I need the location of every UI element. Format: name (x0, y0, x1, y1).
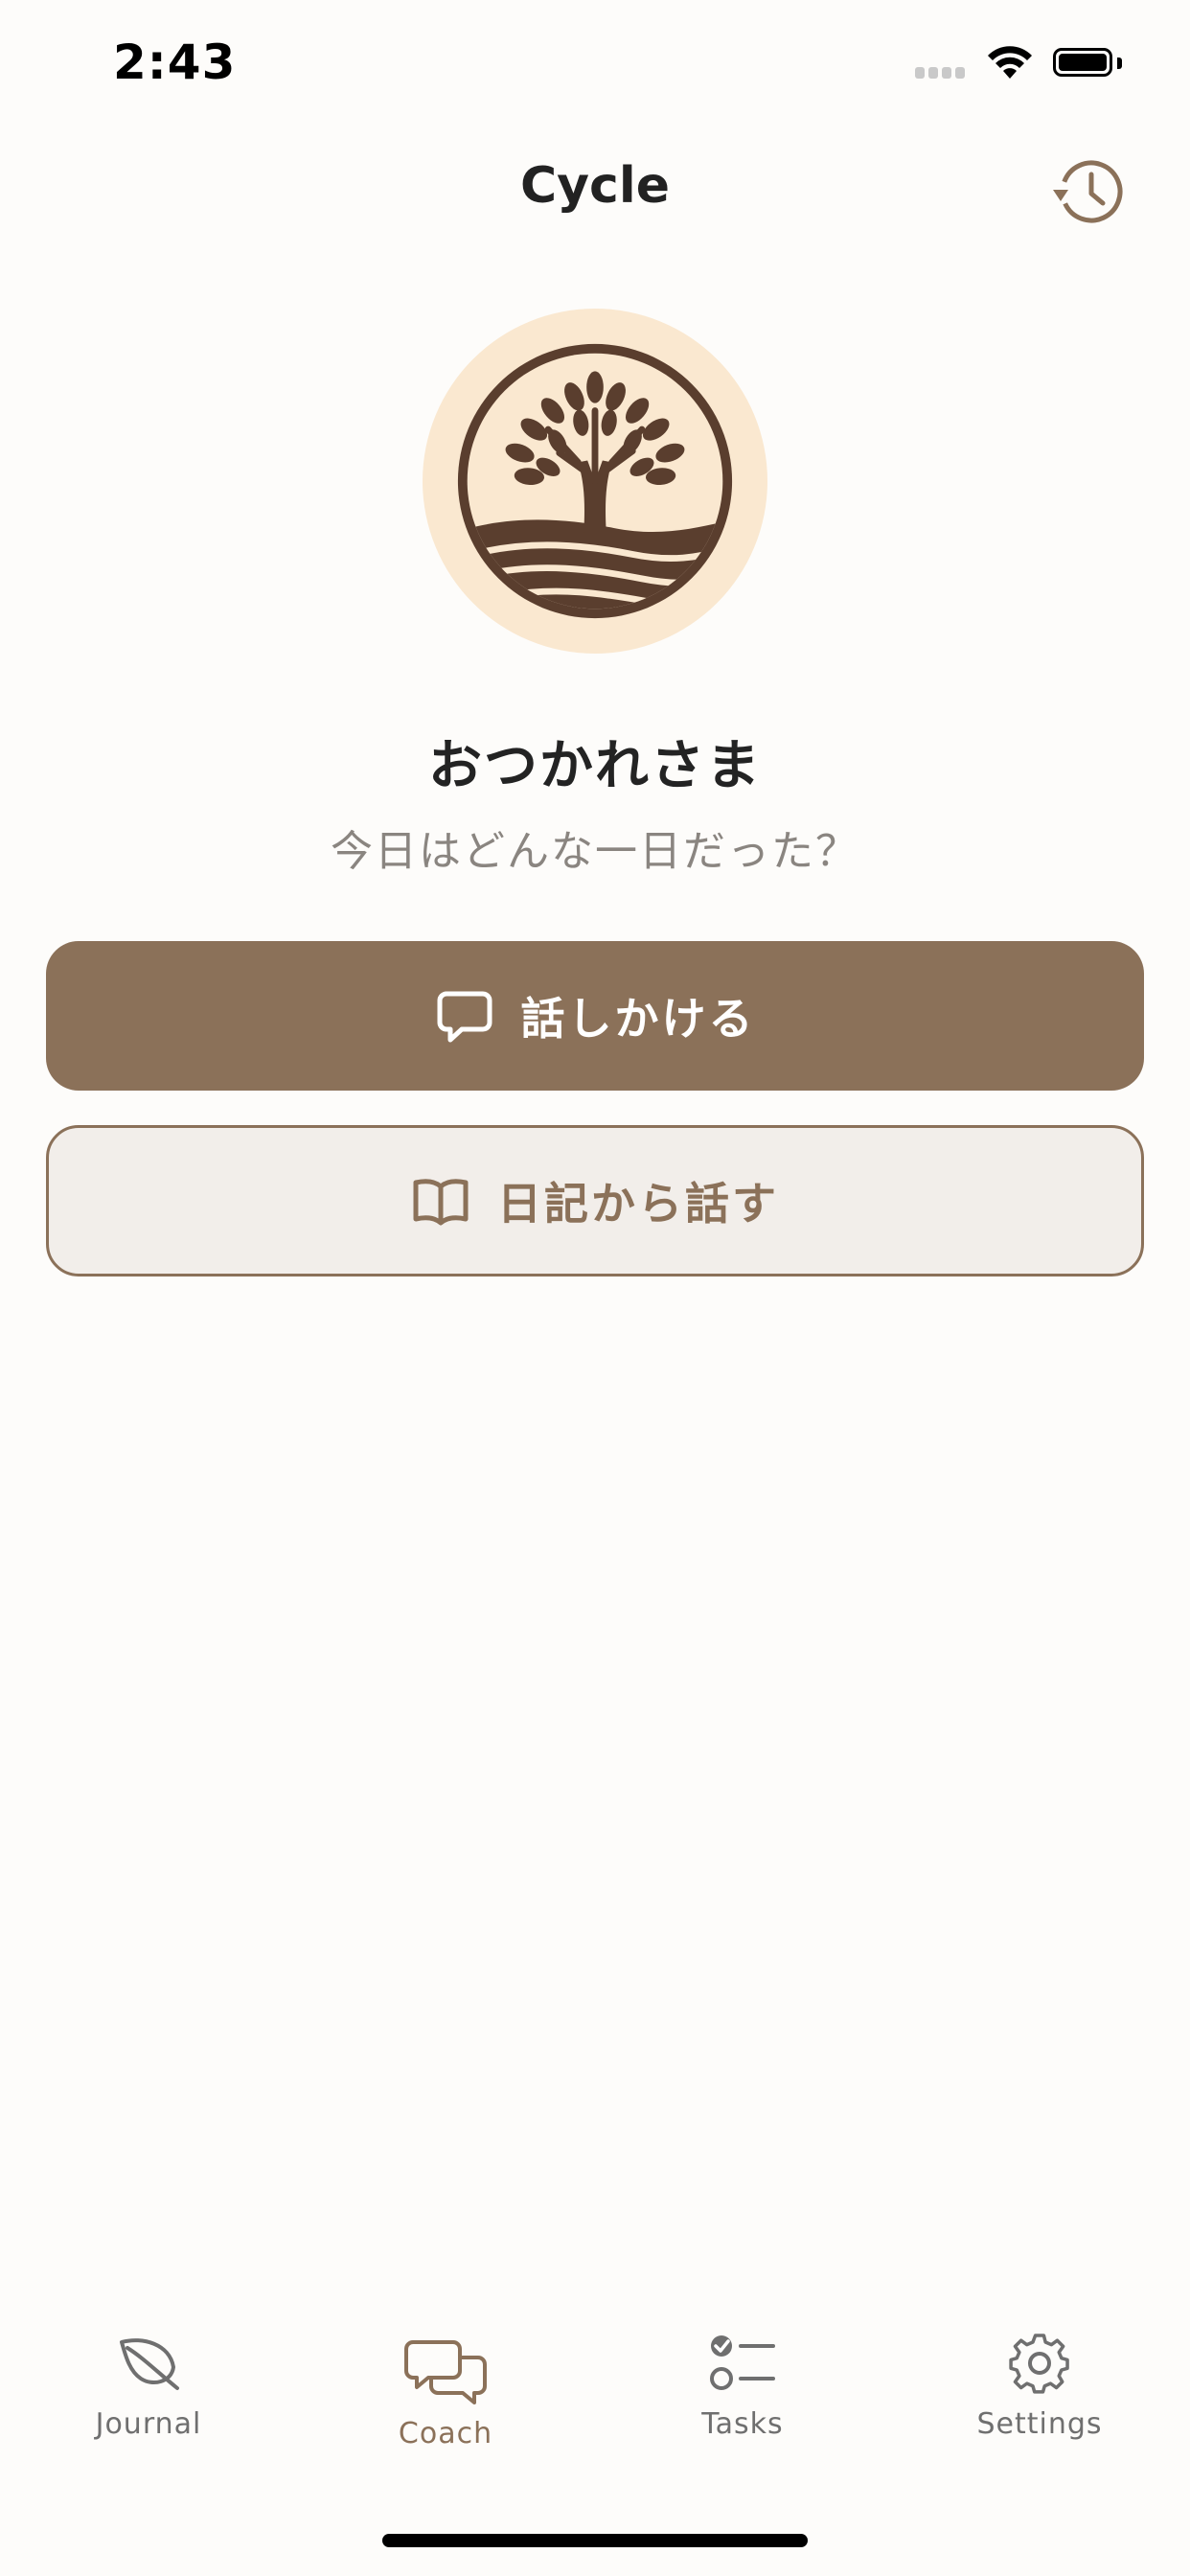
talk-button-label: 話しかける (520, 993, 756, 1045)
tab-journal[interactable]: Journal (53, 2329, 244, 2441)
cellular-signal-icon (915, 67, 973, 80)
tab-settings[interactable]: Settings (944, 2329, 1135, 2441)
wifi-icon (988, 46, 1032, 79)
status-time: 2:43 (113, 34, 237, 90)
gear-icon (1009, 2334, 1069, 2394)
talk-button[interactable]: 話しかける (46, 941, 1144, 1091)
chat-bubbles-icon (404, 2340, 487, 2404)
greeting-heading: おつかれさま (428, 735, 762, 797)
talk-from-diary-button[interactable]: 日記から話す (46, 1125, 1144, 1276)
tab-tasks[interactable]: Tasks (647, 2329, 838, 2441)
leaf-icon (120, 2338, 179, 2390)
tab-journal-label: Journal (95, 2407, 202, 2441)
talk-from-diary-label: 日記から話す (497, 1178, 779, 1230)
greeting-subtitle: 今日はどんな一日だった？ (331, 827, 859, 876)
checklist-icon (710, 2335, 775, 2390)
tab-tasks-label: Tasks (701, 2407, 784, 2441)
chat-bubble-icon (437, 991, 492, 1043)
book-icon (413, 1179, 469, 1226)
tab-settings-label: Settings (976, 2407, 1103, 2441)
history-icon[interactable] (1049, 151, 1130, 232)
page-title: Cycle (520, 157, 670, 215)
tab-coach-label: Coach (398, 2417, 493, 2450)
tree-icon (457, 343, 733, 619)
tab-coach[interactable]: Coach (350, 2338, 541, 2450)
home-indicator (382, 2534, 808, 2547)
battery-icon (1053, 48, 1122, 80)
